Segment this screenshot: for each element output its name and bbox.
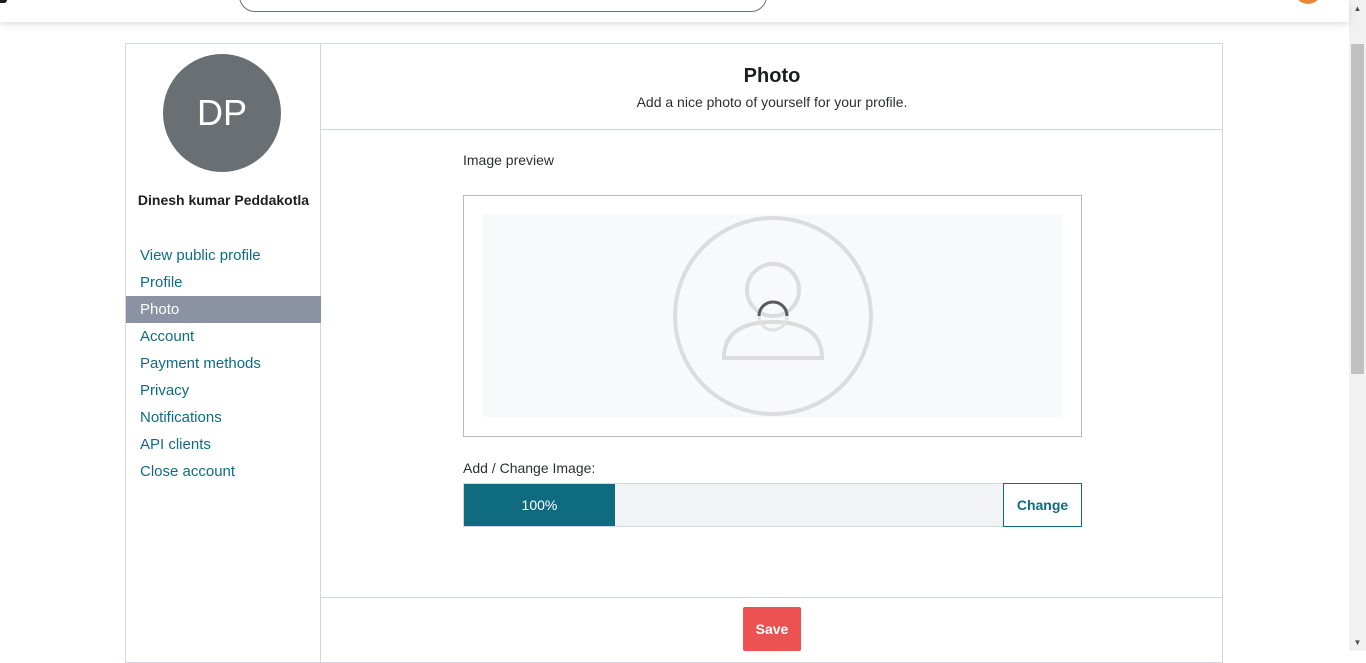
save-button[interactable]: Save bbox=[743, 607, 801, 651]
logo-fragment[interactable] bbox=[0, 0, 7, 3]
header-avatar[interactable] bbox=[1294, 0, 1322, 4]
sidebar-item-close-account[interactable]: Close account bbox=[126, 458, 321, 485]
site-header bbox=[0, 0, 1349, 22]
change-image-button[interactable]: Change bbox=[1003, 483, 1082, 527]
image-preview-label: Image preview bbox=[463, 152, 555, 168]
photo-settings-panel: Photo Add a nice photo of yourself for y… bbox=[321, 44, 1223, 662]
sidebar-item-notifications[interactable]: Notifications bbox=[126, 404, 321, 431]
scroll-thumb[interactable] bbox=[1351, 44, 1364, 374]
sidebar-item-profile[interactable]: Profile bbox=[126, 269, 321, 296]
user-name: Dinesh kumar Peddakotla bbox=[137, 192, 310, 208]
page-title: Photo bbox=[743, 65, 801, 87]
sidebar-item-api-clients[interactable]: API clients bbox=[126, 431, 321, 458]
settings-card: DP Dinesh kumar Peddakotla View public p… bbox=[125, 43, 1223, 663]
image-preview-canvas bbox=[483, 214, 1063, 417]
scroll-down-arrow-icon[interactable]: ▼ bbox=[1349, 634, 1366, 651]
user-placeholder-icon bbox=[673, 216, 873, 416]
panel-header: Photo Add a nice photo of yourself for y… bbox=[321, 44, 1223, 130]
upload-progress-fill: 100% bbox=[464, 484, 615, 526]
add-change-image-label: Add / Change Image: bbox=[463, 460, 596, 476]
avatar: DP bbox=[163, 54, 281, 172]
scroll-up-arrow-icon[interactable]: ▲ bbox=[1349, 0, 1366, 17]
page-subtitle: Add a nice photo of yourself for your pr… bbox=[636, 94, 908, 110]
settings-sidebar: DP Dinesh kumar Peddakotla View public p… bbox=[126, 44, 321, 662]
sidebar-item-photo[interactable]: Photo bbox=[126, 296, 321, 323]
sidebar-item-privacy[interactable]: Privacy bbox=[126, 377, 321, 404]
settings-nav: View public profile Profile Photo Accoun… bbox=[126, 242, 321, 485]
sidebar-item-view-public-profile[interactable]: View public profile bbox=[126, 242, 321, 269]
sidebar-item-account[interactable]: Account bbox=[126, 323, 321, 350]
page-scrollbar[interactable]: ▲ ▼ bbox=[1349, 0, 1366, 651]
image-preview bbox=[463, 195, 1082, 437]
upload-progress-bar: 100% bbox=[463, 483, 1004, 527]
sidebar-item-payment-methods[interactable]: Payment methods bbox=[126, 350, 321, 377]
search-input[interactable] bbox=[239, 0, 767, 12]
footer-divider bbox=[321, 597, 1223, 598]
